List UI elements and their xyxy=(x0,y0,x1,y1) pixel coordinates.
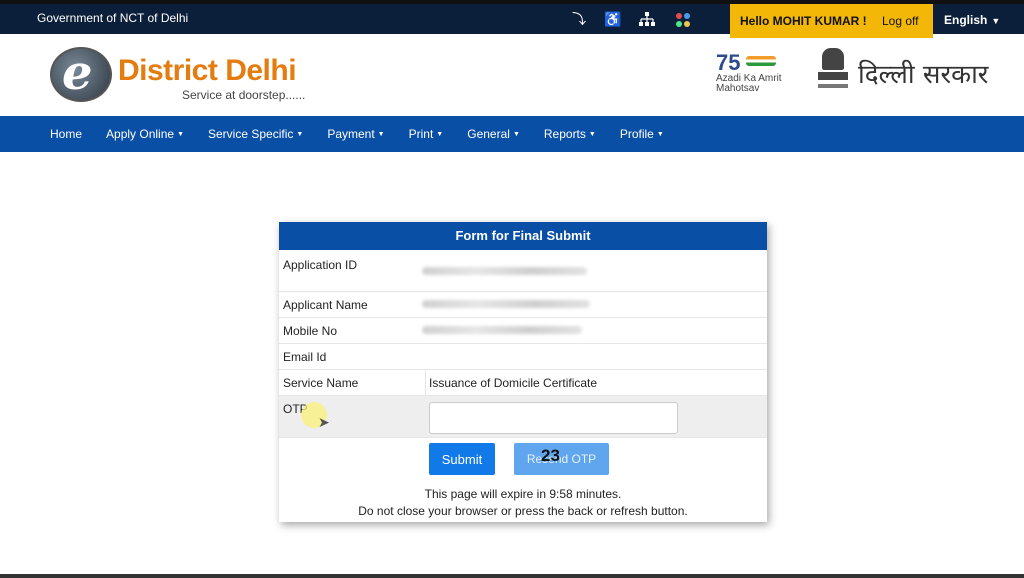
nav-item-apply-online[interactable]: Apply Online ▼ xyxy=(106,127,184,141)
warning-text: Do not close your browser or press the b… xyxy=(358,504,688,518)
mobile-value-redacted xyxy=(422,326,582,334)
applicant-name-row: Applicant Name xyxy=(279,292,767,318)
chevron-down-icon: ▼ xyxy=(177,131,184,139)
nav-item-label: Service Specific xyxy=(208,127,294,141)
national-emblem-icon xyxy=(818,48,848,92)
nav-item-print[interactable]: Print ▼ xyxy=(409,127,444,141)
chevron-down-icon: ▼ xyxy=(588,131,596,139)
nav-item-home[interactable]: Home xyxy=(50,127,82,141)
top-bar: Government of NCT of Delhi ⤵ ♿ Hello MOH… xyxy=(0,0,1024,38)
applicant-name-label: Applicant Name xyxy=(283,298,368,312)
logoff-link[interactable]: Log off xyxy=(870,14,918,28)
government-text: Government of NCT of Delhi xyxy=(37,11,189,25)
nav-item-label: Payment xyxy=(327,127,375,141)
mouse-pointer-icon: ➤ xyxy=(318,414,330,430)
final-submit-form: Form for Final Submit Application ID App… xyxy=(279,222,767,522)
nav-item-label: Apply Online xyxy=(106,127,175,141)
main-navbar: Home Apply Online ▼ Service Specific ▼ Paymen… xyxy=(0,116,1024,152)
service-name-label: Service Name xyxy=(283,376,359,390)
chevron-down-icon: ▼ xyxy=(377,131,385,139)
language-select[interactable]: English ▼ xyxy=(944,13,1000,27)
form-title: Form for Final Submit xyxy=(279,222,767,250)
email-row: Email Id xyxy=(279,344,767,370)
user-greeting-box: Hello MOHIT KUMAR ! Log off xyxy=(730,4,933,38)
nav-item-service-specific[interactable]: Service Specific ▼ xyxy=(208,127,303,141)
sitemap-icon[interactable] xyxy=(639,12,655,28)
application-id-value-redacted xyxy=(422,267,587,275)
nav-item-label: General xyxy=(467,127,510,141)
resend-countdown: 23 xyxy=(541,446,560,465)
user-greeting: Hello MOHIT KUMAR ! xyxy=(740,14,867,28)
chevron-down-icon: ▼ xyxy=(436,131,444,139)
expiry-notice: This page will expire in 9:58 minutes. D… xyxy=(279,486,767,520)
mobile-label: Mobile No xyxy=(283,324,338,338)
chevron-down-icon: ▼ xyxy=(296,131,304,139)
bottom-bar xyxy=(0,574,1024,578)
nav-item-profile[interactable]: Profile ▼ xyxy=(620,127,664,141)
logo-subtitle: Service at doorstep...... xyxy=(182,88,306,102)
resend-otp-button[interactable]: Resend OTP xyxy=(514,443,609,475)
nav-item-general[interactable]: General ▼ xyxy=(467,127,520,141)
nav-item-label: Home xyxy=(50,127,83,141)
mobile-row: Mobile No xyxy=(279,318,767,344)
language-label: English xyxy=(944,13,988,27)
applicant-name-value-redacted xyxy=(422,300,590,308)
chevron-down-icon: ▼ xyxy=(656,131,664,139)
otp-input[interactable] xyxy=(429,402,678,434)
azadi-text: Azadi Ka Amrit Mahotsav xyxy=(716,73,782,94)
apps-icon[interactable] xyxy=(675,12,691,30)
e-logo-icon: e xyxy=(62,45,93,101)
delhi-sarkar-title: दिल्ली सरकार xyxy=(858,60,989,90)
submit-button[interactable]: Submit xyxy=(429,443,495,475)
service-name-value: Issuance of Domicile Certificate xyxy=(429,376,598,390)
nav-item-payment[interactable]: Payment ▼ xyxy=(327,127,384,141)
expire-text: This page will expire in 9:58 minutes. xyxy=(424,487,622,501)
nav-item-label: Profile xyxy=(619,127,654,141)
nav-item-reports[interactable]: Reports ▼ xyxy=(544,127,596,141)
application-id-row: Application ID xyxy=(279,250,767,292)
chevron-down-icon: ▼ xyxy=(991,16,1001,26)
logo-title: District Delhi xyxy=(118,54,297,87)
azadi-flag-icon xyxy=(746,56,776,66)
nav-item-label: Reports xyxy=(543,127,586,141)
email-label: Email Id xyxy=(283,350,327,364)
service-name-row: Service Name Issuance of Domicile Certif… xyxy=(279,370,767,396)
application-id-label: Application ID xyxy=(283,258,358,272)
nav-item-label: Print xyxy=(408,127,434,141)
otp-row: OTP ➤ xyxy=(279,396,767,438)
skip-to-content-icon[interactable]: ⤵ xyxy=(572,12,586,26)
accessibility-icon[interactable]: ♿ xyxy=(604,12,621,26)
chevron-down-icon: ▼ xyxy=(512,131,520,139)
